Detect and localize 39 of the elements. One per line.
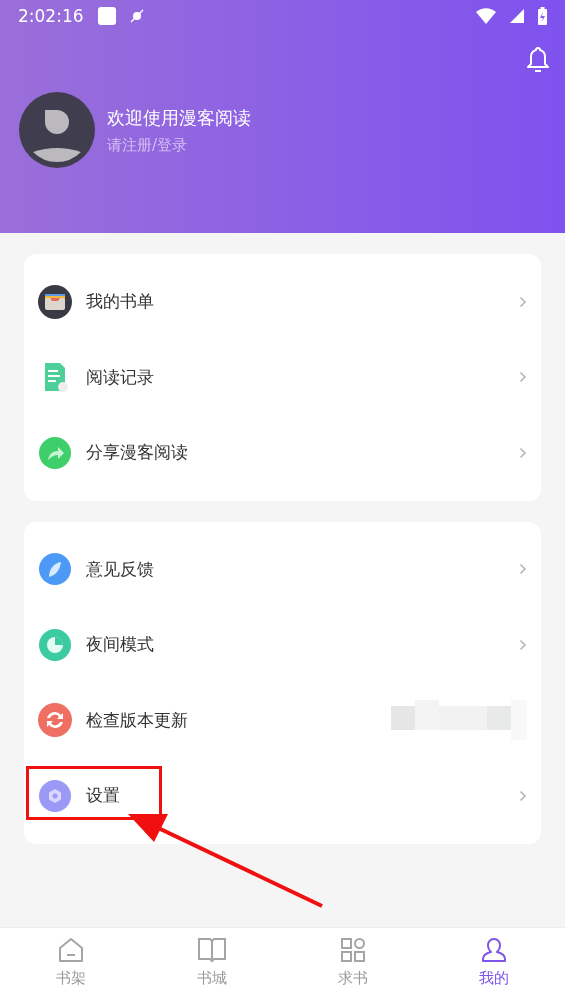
wifi-icon bbox=[476, 8, 496, 24]
refresh-icon bbox=[38, 703, 72, 738]
book-icon bbox=[196, 937, 227, 963]
chevron-icon bbox=[519, 295, 527, 308]
feather-icon bbox=[38, 552, 72, 587]
bell-icon[interactable] bbox=[526, 46, 550, 74]
satellite-icon bbox=[129, 9, 144, 23]
notification-icon bbox=[97, 7, 116, 25]
chevron-icon bbox=[519, 563, 527, 576]
chevron-icon bbox=[519, 638, 527, 651]
signal-icon bbox=[510, 9, 524, 23]
battery-icon bbox=[538, 7, 547, 25]
welcome-title: 欢迎使用漫客阅读 bbox=[107, 105, 251, 130]
chevron-icon bbox=[519, 371, 527, 384]
tab-item[interactable]: 我的 bbox=[423, 928, 565, 1004]
settings-icon bbox=[38, 778, 72, 813]
menu-item[interactable]: 我的书单 bbox=[24, 264, 541, 340]
menu-label: 夜间模式 bbox=[86, 633, 155, 657]
menu-item[interactable]: 意见反馈 bbox=[24, 531, 541, 607]
chevron-icon bbox=[519, 446, 527, 459]
share-icon bbox=[38, 435, 72, 470]
wallet-icon bbox=[38, 284, 72, 319]
menu-label: 意见反馈 bbox=[86, 557, 155, 581]
person-icon bbox=[481, 937, 508, 963]
menu-item[interactable]: 夜间模式 bbox=[24, 607, 541, 683]
menu-item[interactable]: 阅读记录 bbox=[24, 339, 541, 415]
menu-label: 检查版本更新 bbox=[86, 708, 189, 732]
chevron-icon bbox=[519, 789, 527, 802]
moon-icon bbox=[38, 627, 72, 662]
grid-icon bbox=[340, 937, 367, 963]
menu-label: 阅读记录 bbox=[86, 365, 155, 389]
menu-label: 分享漫客阅读 bbox=[86, 441, 189, 465]
avatar[interactable] bbox=[19, 92, 95, 168]
menu-label: 设置 bbox=[86, 784, 121, 808]
menu-item[interactable]: 检查版本更新 bbox=[24, 682, 541, 758]
home-icon bbox=[56, 937, 85, 963]
menu-item[interactable]: 分享漫客阅读 bbox=[24, 415, 541, 491]
menu-label: 我的书单 bbox=[86, 290, 155, 314]
status-time: 2:02:16 bbox=[18, 6, 84, 26]
